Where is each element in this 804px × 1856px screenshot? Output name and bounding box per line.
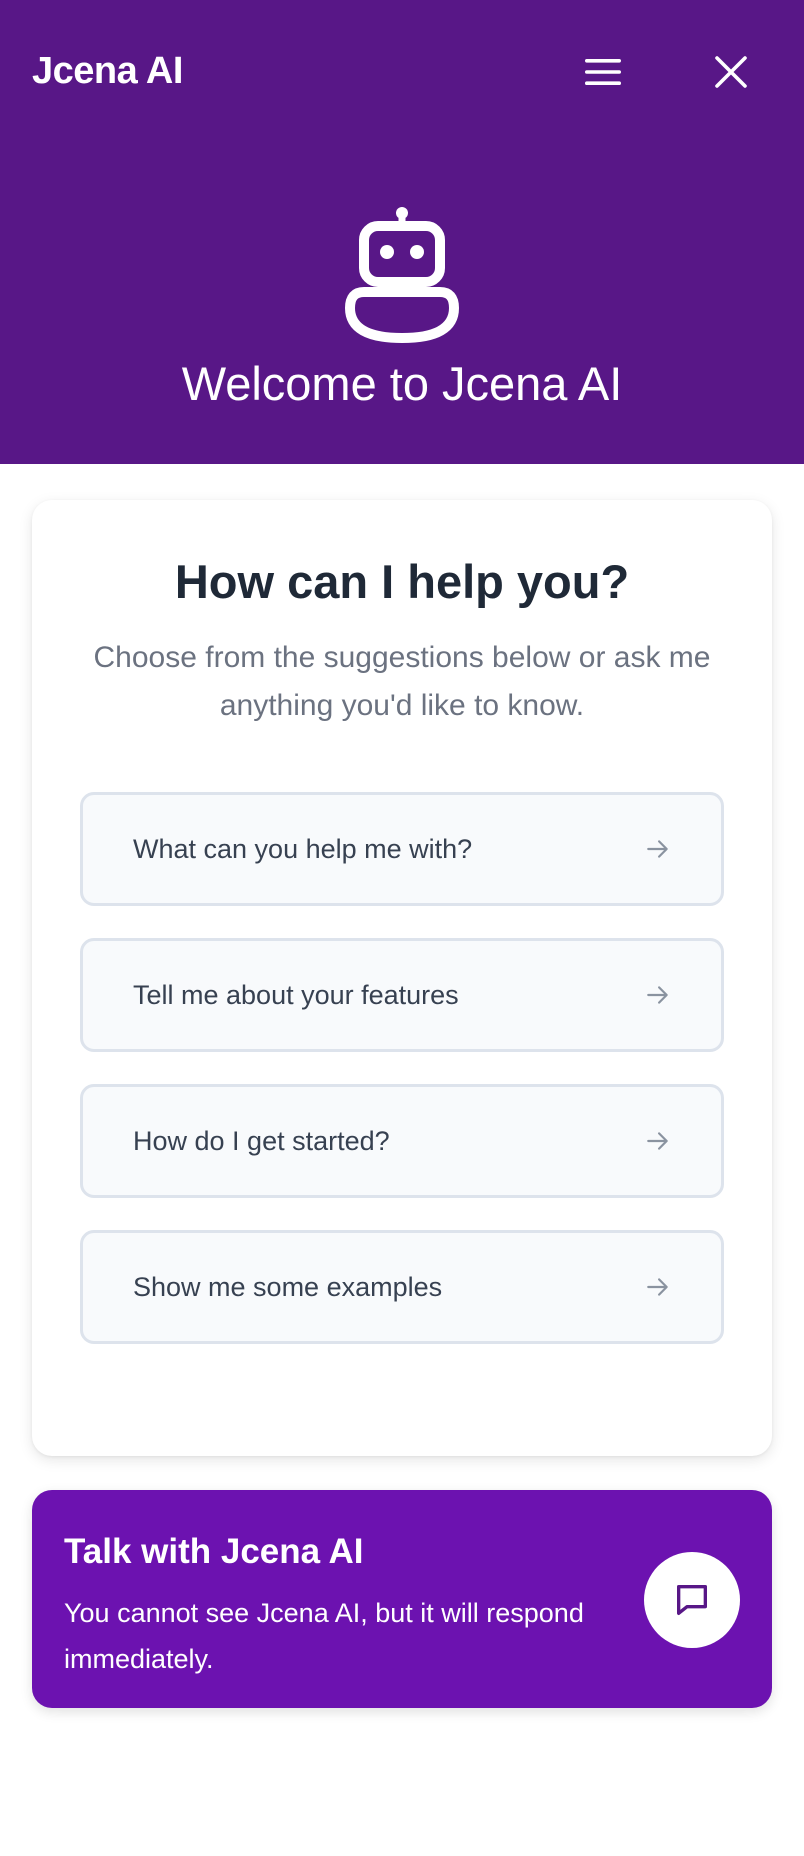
welcome-title: Welcome to Jcena AI <box>181 357 623 410</box>
chat-button[interactable] <box>644 1552 740 1648</box>
header: Jcena AI Welcome to Jcena AI <box>0 0 804 464</box>
suggestion-button[interactable]: How do I get started? <box>80 1084 724 1198</box>
brand-title: Jcena AI <box>32 50 183 92</box>
close-button[interactable] <box>703 44 759 100</box>
hamburger-menu-icon <box>585 59 621 85</box>
robot-icon <box>345 207 459 343</box>
suggestion-label: Tell me about your features <box>133 979 459 1010</box>
arrow-right-icon <box>647 1132 668 1150</box>
talk-title: Talk with Jcena AI <box>64 1532 364 1571</box>
talk-card: Talk with Jcena AI You cannot see Jcena … <box>32 1490 772 1708</box>
chat-bubble-icon <box>677 1585 707 1615</box>
suggestion-label: How do I get started? <box>133 1125 390 1156</box>
suggestion-button[interactable]: What can you help me with? <box>80 792 724 906</box>
close-icon <box>715 56 747 88</box>
arrow-right-icon <box>647 840 668 858</box>
suggestion-label: What can you help me with? <box>133 833 473 864</box>
help-title: How can I help you? <box>174 555 630 608</box>
help-card: How can I help you? Choose from the sugg… <box>32 500 772 1456</box>
menu-button[interactable] <box>575 44 631 100</box>
page: Jcena AI Welcome to Jcena AI How can I h… <box>0 0 804 1856</box>
arrow-right-icon <box>647 1278 668 1296</box>
suggestion-button[interactable]: Show me some examples <box>80 1230 724 1344</box>
talk-description: You cannot see Jcena AI, but it will res… <box>64 1598 584 1674</box>
suggestion-label: Show me some examples <box>133 1271 443 1302</box>
help-subtitle: Choose from the suggestions below or ask… <box>93 641 711 722</box>
suggestion-button[interactable]: Tell me about your features <box>80 938 724 1052</box>
arrow-right-icon <box>647 986 668 1004</box>
